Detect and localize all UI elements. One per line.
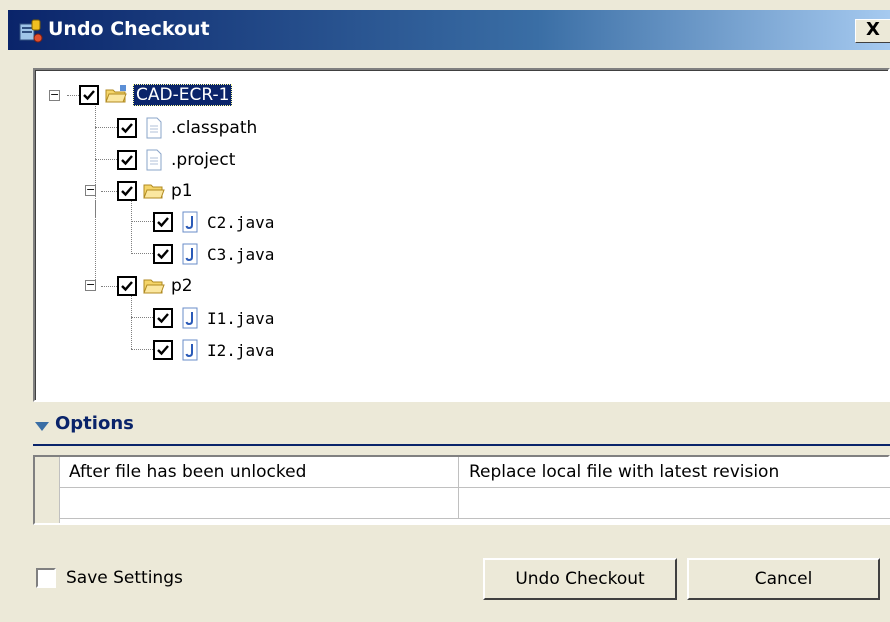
row-header-column (35, 457, 60, 523)
checkmark-icon (157, 217, 169, 228)
divider (33, 444, 890, 446)
option-setting-cell[interactable]: After file has been unlocked (59, 457, 459, 487)
table-row[interactable] (59, 488, 890, 519)
expand-triangle-icon[interactable] (35, 422, 49, 431)
java-file-icon (182, 339, 198, 361)
checkbox[interactable] (153, 340, 173, 360)
tree-item-label: I1.java (207, 308, 275, 328)
file-icon (146, 149, 162, 171)
tree-connector (131, 295, 132, 349)
checkbox[interactable] (153, 308, 173, 328)
tree-item-file[interactable]: .project (117, 146, 235, 174)
file-tree[interactable]: − CAD-ECR-1 .classpath .project − p1 C2.… (33, 68, 890, 402)
checkmark-icon (157, 249, 169, 260)
undo-checkout-dialog: Undo Checkout X − CAD-ECR-1 .classpath .… (0, 0, 890, 622)
tree-connector (131, 349, 153, 350)
tree-connector (131, 253, 153, 254)
collapse-icon[interactable]: − (49, 89, 60, 101)
checkbox[interactable] (79, 85, 99, 105)
checkmark-icon (121, 186, 133, 197)
options-table: After file has been unlocked Replace loc… (33, 455, 890, 525)
save-settings-label: Save Settings (66, 568, 183, 588)
checkout-icon (19, 19, 43, 43)
tree-item-java-file[interactable]: C2.java (153, 208, 274, 236)
tree-connector (131, 200, 132, 254)
tree-connector (95, 159, 117, 160)
file-icon (146, 117, 162, 139)
folder-open-icon (143, 184, 165, 199)
options-title: Options (55, 413, 134, 434)
tree-item-package[interactable]: p2 (117, 272, 193, 300)
tree-item-java-file[interactable]: C3.java (153, 240, 274, 268)
tree-connector (95, 200, 96, 282)
tree-item-label: .classpath (171, 118, 258, 138)
tree-connector (101, 286, 117, 287)
tree-connector (95, 127, 117, 128)
undo-checkout-button[interactable]: Undo Checkout (483, 558, 677, 600)
tree-item-label: I2.java (207, 340, 275, 360)
option-setting-cell[interactable] (59, 488, 459, 518)
folder-open-icon (143, 279, 165, 294)
tree-item-label: p1 (171, 181, 193, 201)
tree-item-label: C2.java (207, 212, 275, 232)
java-file-icon (182, 307, 198, 329)
tree-item-label: C3.java (207, 244, 275, 264)
option-value-cell[interactable] (459, 488, 890, 518)
checkmark-icon (157, 313, 169, 324)
checkmark-icon (83, 90, 95, 101)
java-file-icon (182, 243, 198, 265)
tree-item-file[interactable]: .classpath (117, 114, 257, 142)
tree-item-label: p2 (171, 276, 193, 296)
collapse-icon[interactable]: − (85, 279, 96, 291)
cancel-button[interactable]: Cancel (687, 558, 880, 600)
checkbox[interactable] (153, 212, 173, 232)
checkmark-icon (121, 281, 133, 292)
option-value-cell[interactable]: Replace local file with latest revision (459, 457, 890, 487)
tree-item-package[interactable]: p1 (117, 177, 193, 205)
collapse-icon[interactable]: − (85, 184, 96, 196)
options-section-header[interactable]: Options (33, 410, 890, 446)
tree-item-label: CAD-ECR-1 (133, 84, 233, 106)
project-folder-icon (105, 85, 127, 103)
dialog-title: Undo Checkout (48, 18, 210, 40)
tree-item-root[interactable]: CAD-ECR-1 (79, 81, 233, 109)
java-file-icon (182, 211, 198, 233)
tree-item-label: .project (171, 150, 236, 170)
checkbox[interactable] (117, 150, 137, 170)
close-button[interactable]: X (855, 19, 890, 43)
tree-item-java-file[interactable]: I1.java (153, 304, 274, 332)
checkbox[interactable] (117, 181, 137, 201)
save-settings-option[interactable]: Save Settings (36, 568, 183, 588)
checkmark-icon (157, 345, 169, 356)
checkbox[interactable] (117, 118, 137, 138)
tree-connector (131, 221, 153, 222)
checkbox[interactable] (153, 244, 173, 264)
save-settings-checkbox[interactable] (36, 568, 56, 588)
checkbox[interactable] (117, 276, 137, 296)
tree-connector (131, 317, 153, 318)
tree-connector (101, 191, 117, 192)
checkmark-icon (121, 123, 133, 134)
table-row[interactable]: After file has been unlocked Replace loc… (59, 457, 890, 488)
title-bar[interactable]: Undo Checkout X (8, 10, 890, 50)
checkmark-icon (121, 155, 133, 166)
tree-item-java-file[interactable]: I2.java (153, 336, 274, 364)
